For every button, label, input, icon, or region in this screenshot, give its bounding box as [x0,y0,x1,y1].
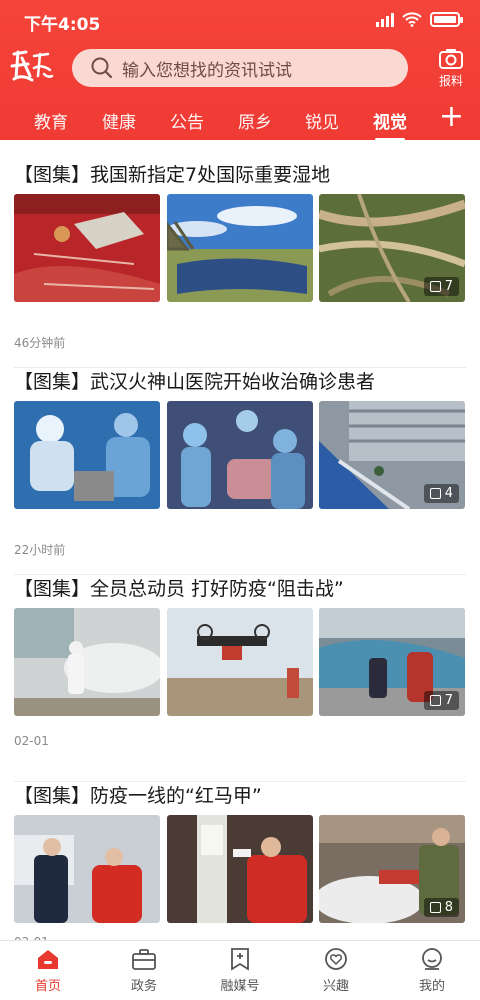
nav-label: 政务 [130,979,157,994]
nav-label: 首页 [34,979,61,994]
news-title[interactable]: 【图集】武汉火神山医院开始收治确诊患者 [14,367,375,394]
tab-notice[interactable]: 公告 [170,108,204,133]
image-count-badge: 4 [423,484,459,503]
news-image[interactable] [167,815,313,923]
news-image[interactable] [167,608,313,716]
thumbnail-row: 8 [14,815,466,923]
nav-label: 兴趣 [322,979,349,994]
thumbnail-row: 7 [14,194,466,302]
image-count: 8 [444,900,453,915]
gallery-icon [429,902,441,913]
search-bar[interactable]: 输入您想找的资讯试试 [72,49,408,87]
nav-label: 融媒号 [220,979,260,994]
user-icon [422,948,442,970]
news-time: 02-01 [14,734,49,748]
image-count-badge: 7 [423,691,459,710]
report-button[interactable]: 报料 [436,47,466,89]
camera-icon [439,49,463,69]
battery-icon [430,11,463,27]
gallery-icon [429,281,441,292]
news-title[interactable]: 【图集】防疫一线的“红马甲” [14,781,262,808]
news-image[interactable] [167,401,313,509]
news-image[interactable]: 4 [319,401,465,509]
nav-media[interactable]: 融媒号 [192,947,288,994]
channel-tabs: 教育 健康 公告 原乡 锐见 视觉 + [0,98,480,141]
bottom-navigation: 首页 政务 融媒号 兴趣 我的 [0,940,480,1000]
signal-icon [376,11,394,27]
briefcase-icon [132,949,156,970]
app-logo[interactable] [8,46,54,86]
nav-government[interactable]: 政务 [96,947,192,994]
nav-home[interactable]: 首页 [0,947,96,994]
news-title[interactable]: 【图集】全员总动员 打好防疫“阻击战” [14,574,344,601]
image-count: 7 [444,693,453,708]
news-title[interactable]: 【图集】我国新指定7处国际重要湿地 [14,160,330,187]
image-count: 4 [444,486,453,501]
news-image[interactable] [14,608,160,716]
news-image[interactable] [14,194,160,302]
tab-health[interactable]: 健康 [102,108,136,133]
add-tab-button[interactable]: + [439,102,464,132]
image-count-badge: 8 [423,898,459,917]
report-label: 报料 [438,74,463,88]
tab-opinion[interactable]: 锐见 [305,108,339,133]
news-image[interactable] [14,401,160,509]
tab-education[interactable]: 教育 [34,108,68,133]
tab-hometown[interactable]: 原乡 [238,108,272,133]
status-bar: 下午4:05 [0,0,480,40]
nav-mine[interactable]: 我的 [384,947,480,994]
gallery-icon [429,488,441,499]
news-image[interactable]: 7 [319,608,465,716]
search-icon [91,57,113,79]
home-icon [38,950,58,969]
heart-icon [325,948,347,970]
news-image[interactable]: 7 [319,194,465,302]
image-count-badge: 7 [423,277,459,296]
news-image[interactable] [14,815,160,923]
thumbnail-row: 7 [14,608,466,716]
status-icons [376,11,463,27]
app-header: 下午4:05 输入您想找的资讯试试 报料 教育 健康 公告 原乡 锐见 视觉 + [0,0,480,141]
tab-visual[interactable]: 视觉 [373,108,407,141]
news-time: 22小时前 [14,543,66,557]
news-feed: 【图集】我国新指定7处国际重要湿地 7 46分钟前 【图集】武汉火神山医院开始收… [0,140,480,940]
search-placeholder: 输入您想找的资讯试试 [122,60,292,81]
news-image[interactable] [167,194,313,302]
image-count: 7 [444,279,453,294]
nav-label: 我的 [418,979,445,994]
wifi-icon [402,12,422,27]
thumbnail-row: 4 [14,401,466,509]
news-image[interactable]: 8 [319,815,465,923]
nav-interest[interactable]: 兴趣 [288,947,384,994]
gallery-icon [429,695,441,706]
news-time: 46分钟前 [14,336,66,350]
status-time: 下午4:05 [24,15,101,35]
bookmark-icon [231,948,249,971]
